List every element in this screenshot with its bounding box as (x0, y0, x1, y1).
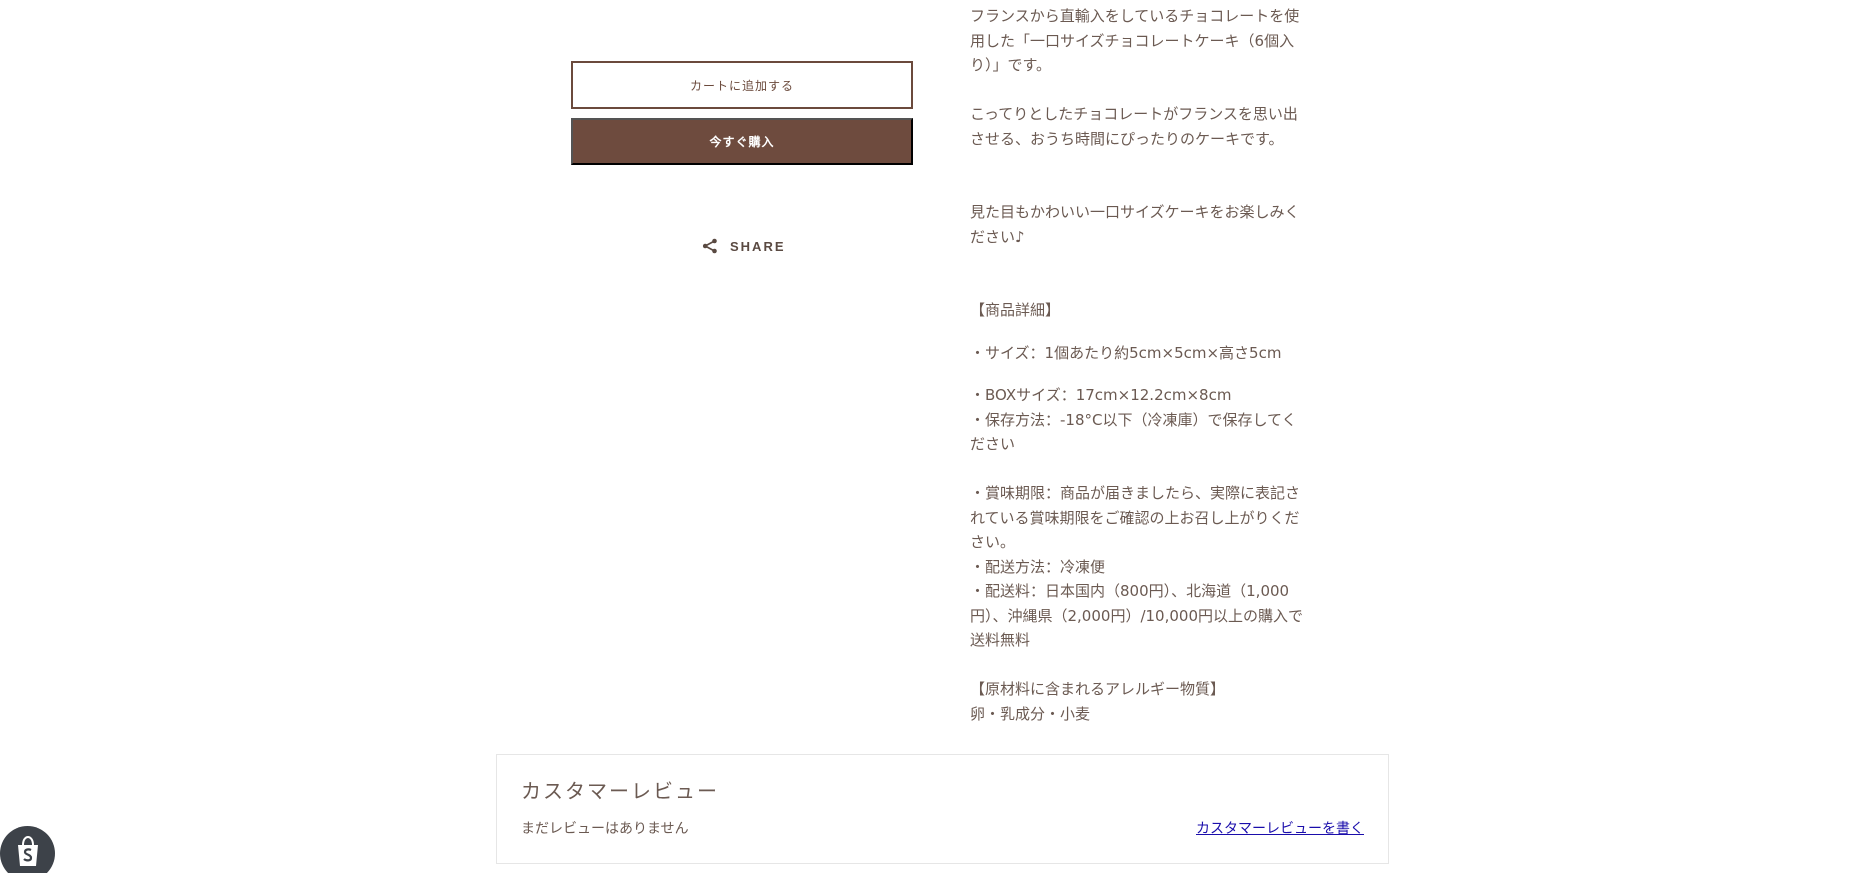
shopify-bag-icon (13, 835, 43, 873)
customer-reviews: カスタマーレビュー まだレビューはありません カスタマーレビューを書く (496, 754, 1389, 864)
product-page: カートに追加する 今すぐ購入 SHARE フランスから直輸入をしているチョコレー… (0, 0, 1851, 873)
shopify-badge[interactable] (0, 826, 55, 873)
description-intro: フランスから直輸入をしているチョコレートを使用した「一口サイズチョコレートケーキ… (970, 7, 1300, 319)
share-icon (702, 238, 718, 254)
description-size: ・サイズ：1個あたり約5cm×5cm×高さ5cm (970, 343, 1282, 362)
share-label: SHARE (730, 238, 786, 254)
description-details: ・BOXサイズ：17cm×12.2cm×8cm ・保存方法：-18°C以下（冷凍… (970, 386, 1303, 723)
add-to-cart-button[interactable]: カートに追加する (571, 61, 913, 109)
reviews-title: カスタマーレビュー (521, 779, 719, 803)
product-description: フランスから直輸入をしているチョコレートを使用した「一口サイズチョコレートケーキ… (970, 4, 1310, 726)
buy-now-button[interactable]: 今すぐ購入 (571, 118, 913, 165)
write-review-link[interactable]: カスタマーレビューを書く (1196, 818, 1364, 838)
share-button[interactable]: SHARE (702, 238, 786, 254)
reviews-empty-text: まだレビューはありません (521, 821, 689, 837)
